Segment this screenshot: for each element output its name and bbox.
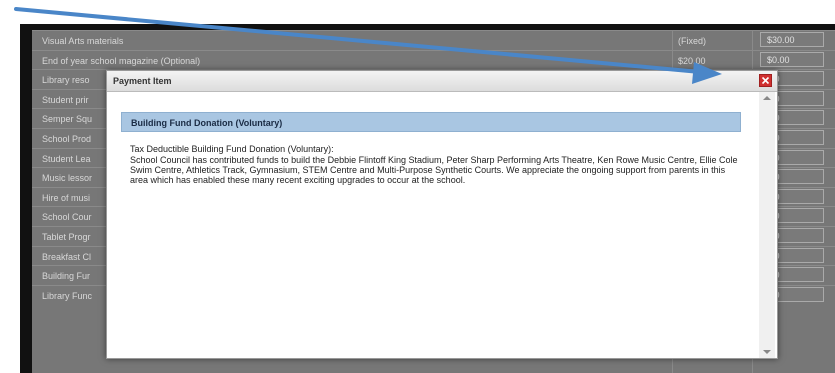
row-item-name: School Cour: [42, 212, 92, 223]
close-button[interactable]: [759, 74, 772, 87]
row-item-name: Visual Arts materials: [42, 36, 124, 46]
row-item-type: (Fixed): [678, 36, 707, 46]
row-amount-field[interactable]: $30.00: [760, 32, 824, 47]
dialog-scrollbar[interactable]: [759, 92, 775, 358]
row-item-name: Student prir: [42, 94, 89, 105]
row-item-name: School Prod: [42, 134, 92, 144]
row-item-name: Student Lea: [42, 153, 91, 164]
payment-item-dialog: Payment Item Building Fund Donation (Vol…: [106, 70, 778, 359]
table-row: End of year school magazine (Optional) $2…: [32, 49, 835, 70]
chevron-up-icon[interactable]: [763, 96, 771, 100]
row-item-name: Library reso: [42, 75, 90, 86]
section-heading-text: Building Fund Donation (Voluntary): [131, 118, 283, 128]
row-item-type: $20.00: [678, 55, 706, 66]
row-item-name: Tablet Progr: [42, 232, 91, 242]
row-item-name: Building Fur: [42, 271, 91, 282]
row-item-name: Semper Squ: [42, 114, 93, 125]
description-title: Tax Deductible Building Fund Donation (V…: [130, 144, 334, 154]
row-item-name: Library Func: [42, 290, 93, 301]
dialog-header: Payment Item: [107, 71, 777, 92]
chevron-down-icon[interactable]: [763, 350, 771, 354]
close-icon: [761, 76, 770, 85]
row-item-name: Breakfast Cl: [42, 251, 92, 262]
section-heading: Building Fund Donation (Voluntary): [121, 112, 741, 132]
row-amount-field[interactable]: $0.00: [760, 51, 824, 67]
row-item-name: End of year school magazine (Optional): [42, 55, 201, 66]
description-text: School Council has contributed funds to …: [130, 155, 738, 185]
dialog-body: Building Fund Donation (Voluntary) Tax D…: [107, 92, 759, 358]
row-item-name: Hire of musi: [42, 192, 91, 203]
row-item-name: Music lessor: [42, 173, 93, 184]
dialog-title: Payment Item: [113, 76, 172, 86]
table-row: Visual Arts materials (Fixed) $30.00: [32, 30, 835, 50]
